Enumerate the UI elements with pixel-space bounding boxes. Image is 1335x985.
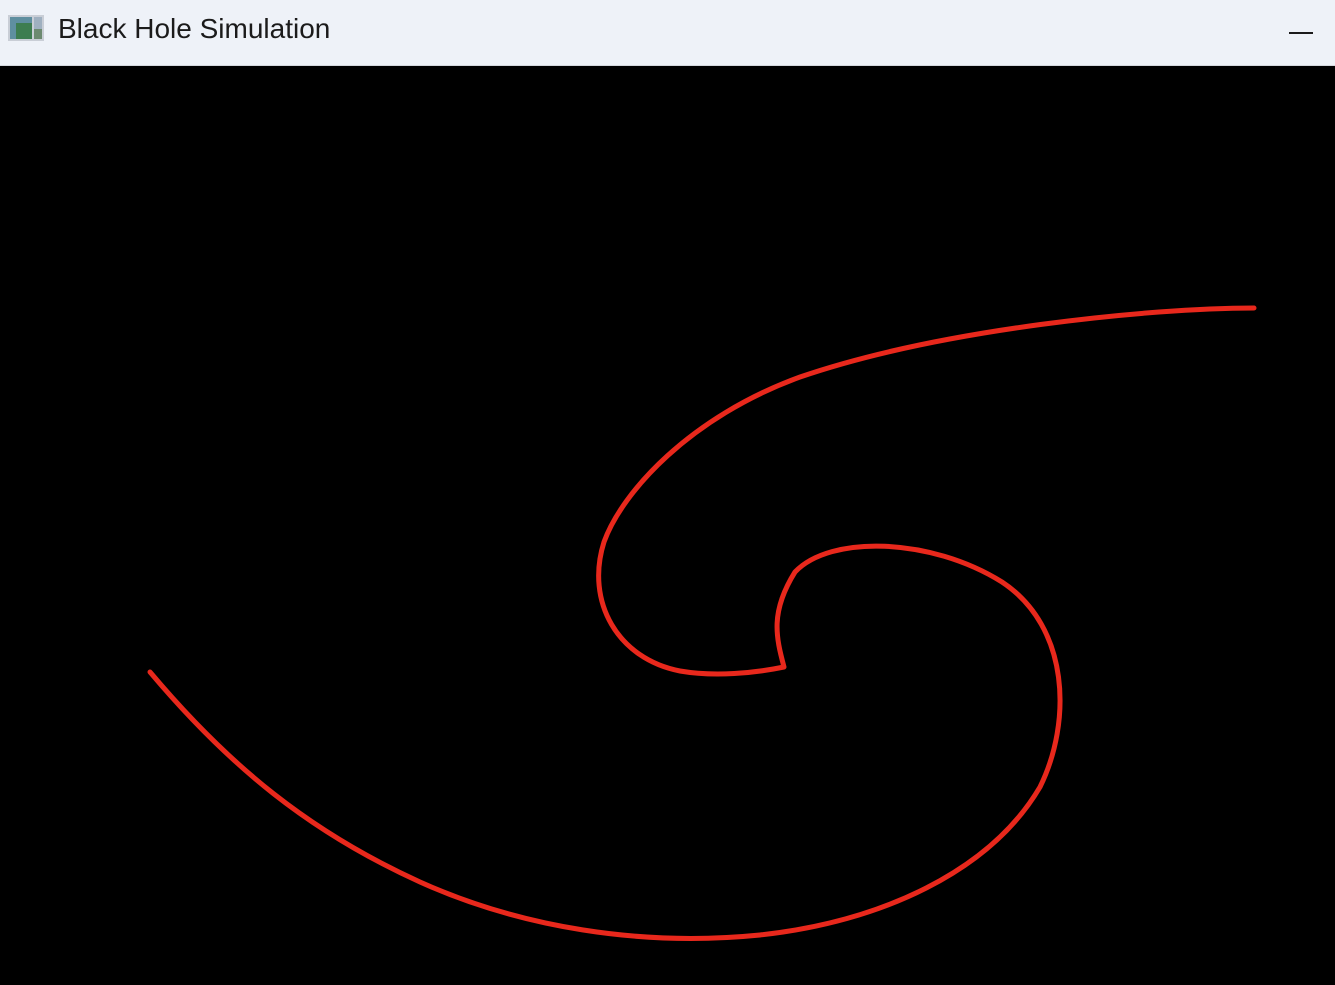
title-bar[interactable]: Black Hole Simulation	[0, 0, 1335, 66]
minimize-button[interactable]	[1267, 0, 1335, 65]
minimize-icon	[1289, 31, 1313, 34]
app-window: Black Hole Simulation	[0, 0, 1335, 985]
app-window-icon	[8, 15, 44, 41]
window-title: Black Hole Simulation	[58, 13, 331, 44]
light-ray-trajectory	[147, 305, 1257, 941]
simulation-viewport	[147, 305, 1257, 941]
simulation-canvas[interactable]	[0, 67, 1335, 985]
